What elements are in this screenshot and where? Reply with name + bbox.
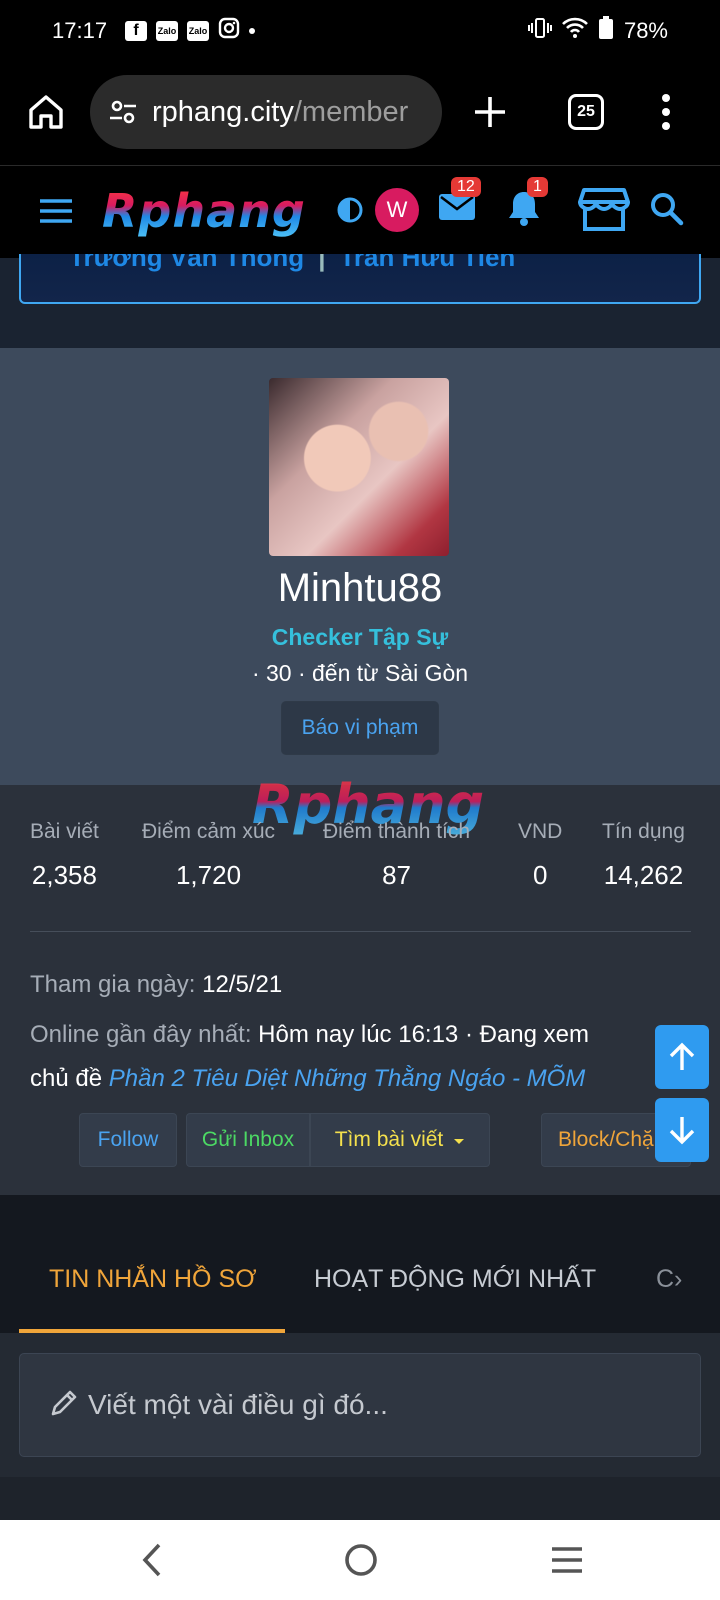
alerts-badge: 1 bbox=[527, 177, 548, 197]
follow-button[interactable]: Follow bbox=[79, 1113, 177, 1167]
tab-profile-posts[interactable]: TIN NHẮN HỒ SƠ bbox=[49, 1265, 257, 1294]
staff-separator: | bbox=[318, 254, 326, 272]
viewing-prefix: chủ đề bbox=[30, 1065, 103, 1092]
stat-vnd[interactable]: VND 0 bbox=[518, 820, 562, 891]
stat-value: 14,262 bbox=[603, 860, 684, 890]
browser-toolbar: rphang.city/member 25 bbox=[0, 62, 720, 166]
theme-toggle-icon[interactable] bbox=[336, 196, 364, 224]
stat-value: 0 bbox=[532, 860, 548, 890]
url-path: /member bbox=[293, 95, 409, 128]
wifi-icon bbox=[562, 17, 588, 45]
more-notifications-dot bbox=[249, 28, 256, 34]
battery-percent: 78% bbox=[623, 18, 668, 43]
stat-trophy-points[interactable]: Điểm thành tích 87 bbox=[323, 820, 470, 891]
more-menu-icon[interactable] bbox=[660, 92, 672, 132]
find-posts-label: Tìm bài viết bbox=[334, 1128, 444, 1151]
stat-value: 87 bbox=[382, 860, 411, 890]
zalo-icon: Zalo bbox=[156, 21, 179, 41]
profile-username: Minhtu88 bbox=[277, 566, 443, 610]
pencil-icon bbox=[48, 1387, 80, 1424]
user-avatar[interactable]: W bbox=[375, 188, 419, 232]
store-icon[interactable] bbox=[578, 186, 630, 237]
compose-input[interactable]: Viết một vài điều gì đó... bbox=[19, 1353, 701, 1457]
hamburger-menu-icon[interactable] bbox=[38, 196, 74, 226]
joined-label: Tham gia ngày: bbox=[30, 971, 196, 998]
back-icon[interactable] bbox=[140, 1542, 164, 1583]
site-settings-icon[interactable] bbox=[108, 97, 138, 127]
battery-icon bbox=[598, 16, 614, 46]
last-seen-line: Online gần đây nhất: Hôm nay lúc 16:13 ·… bbox=[30, 1021, 589, 1049]
report-button[interactable]: Báo vi phạm bbox=[281, 701, 439, 755]
stat-reactions[interactable]: Điểm cảm xúc 1,720 bbox=[142, 820, 275, 891]
inbox-badge: 12 bbox=[451, 177, 481, 197]
instagram-icon bbox=[218, 17, 240, 45]
profile-post-composer: Viết một vài điều gì đó... bbox=[0, 1333, 720, 1477]
joined-line: Tham gia ngày: 12/5/21 bbox=[30, 971, 282, 999]
url-domain: rphang.city bbox=[152, 95, 294, 128]
stat-label: Bài viết bbox=[30, 820, 99, 843]
profile-meta: · 30 · đến từ Sài Gòn bbox=[251, 660, 469, 686]
last-seen-label: Online gần đây nhất: bbox=[30, 1021, 252, 1048]
send-inbox-button[interactable]: Gửi Inbox bbox=[186, 1113, 310, 1167]
site-header: Rphang W 12 1 bbox=[0, 166, 720, 258]
find-posts-button[interactable]: Tìm bài viết bbox=[310, 1113, 490, 1167]
scroll-to-top-button[interactable] bbox=[655, 1025, 709, 1089]
compose-placeholder: Viết một vài điều gì đó... bbox=[88, 1389, 388, 1420]
stat-value: 1,720 bbox=[175, 860, 242, 890]
page-footer-gap bbox=[0, 1477, 720, 1520]
profile-tabs: TIN NHẮN HỒ SƠ HOẠT ĐỘNG MỚI NHẤT C› bbox=[0, 1195, 720, 1333]
viewing-line: chủ đề Phần 2 Tiêu Diệt Những Thằng Ngáo… bbox=[30, 1065, 585, 1093]
joined-date: 12/5/21 bbox=[202, 971, 283, 998]
facebook-icon: f bbox=[125, 21, 148, 41]
send-inbox-label: Gửi Inbox bbox=[201, 1128, 295, 1151]
staff-name-2[interactable]: Trần Hữu Tiến bbox=[339, 254, 515, 272]
profile-avatar-photo[interactable] bbox=[269, 378, 449, 556]
status-time: 17:17 bbox=[52, 18, 108, 43]
zalo-icon: Zalo bbox=[187, 21, 210, 41]
tab-latest-activity[interactable]: HOẠT ĐỘNG MỚI NHẤT bbox=[314, 1265, 596, 1294]
stat-label: Tín dụng bbox=[602, 820, 685, 843]
stat-label: Điểm cảm xúc bbox=[142, 820, 276, 843]
staff-banner: Trương Văn Thông | Trần Hữu Tiến bbox=[0, 254, 720, 348]
recents-icon[interactable] bbox=[550, 1544, 584, 1581]
new-tab-icon[interactable] bbox=[470, 92, 510, 132]
staff-name-1[interactable]: Trương Văn Thông bbox=[69, 254, 304, 272]
stat-value: 2,358 bbox=[31, 860, 97, 890]
viewing-thread-link[interactable]: Phần 2 Tiêu Diệt Những Thằng Ngáo - MÕM bbox=[109, 1065, 586, 1092]
stat-label: VND bbox=[518, 820, 563, 843]
stat-credits[interactable]: Tín dụng 14,262 bbox=[602, 820, 685, 891]
stat-posts[interactable]: Bài viết 2,358 bbox=[30, 820, 99, 891]
system-nav-bar bbox=[0, 1520, 720, 1600]
staff-names: Trương Văn Thông | Trần Hữu Tiến bbox=[69, 254, 515, 273]
stat-label: Điểm thành tích bbox=[323, 820, 471, 843]
home-nav-icon[interactable] bbox=[343, 1542, 379, 1583]
scroll-to-bottom-button[interactable] bbox=[655, 1098, 709, 1162]
profile-card: Minhtu88 Checker Tập Sự · 30 · đến từ Sà… bbox=[0, 348, 720, 785]
block-label: Block/Chặn bbox=[558, 1128, 666, 1151]
status-bar: 17:17 f Zalo Zalo 78% bbox=[0, 0, 720, 62]
site-logo[interactable]: Rphang bbox=[102, 184, 306, 238]
vibrate-icon bbox=[527, 17, 552, 45]
tab-switcher-button[interactable]: 25 bbox=[568, 94, 604, 130]
address-bar[interactable]: rphang.city/member bbox=[90, 75, 442, 149]
staff-banner-box: Trương Văn Thông | Trần Hữu Tiến bbox=[19, 254, 701, 304]
caret-down-icon bbox=[453, 1128, 465, 1152]
home-icon[interactable] bbox=[26, 92, 66, 132]
divider bbox=[30, 931, 691, 932]
follow-label: Follow bbox=[97, 1128, 159, 1151]
last-seen-value: Hôm nay lúc 16:13 · Đang xem bbox=[258, 1021, 589, 1048]
profile-user-title: Checker Tập Sự bbox=[271, 624, 449, 650]
search-icon[interactable] bbox=[650, 192, 684, 231]
tab-more[interactable]: C› bbox=[656, 1265, 682, 1294]
arrow-up-icon bbox=[669, 1042, 695, 1070]
arrow-down-icon bbox=[669, 1117, 695, 1145]
